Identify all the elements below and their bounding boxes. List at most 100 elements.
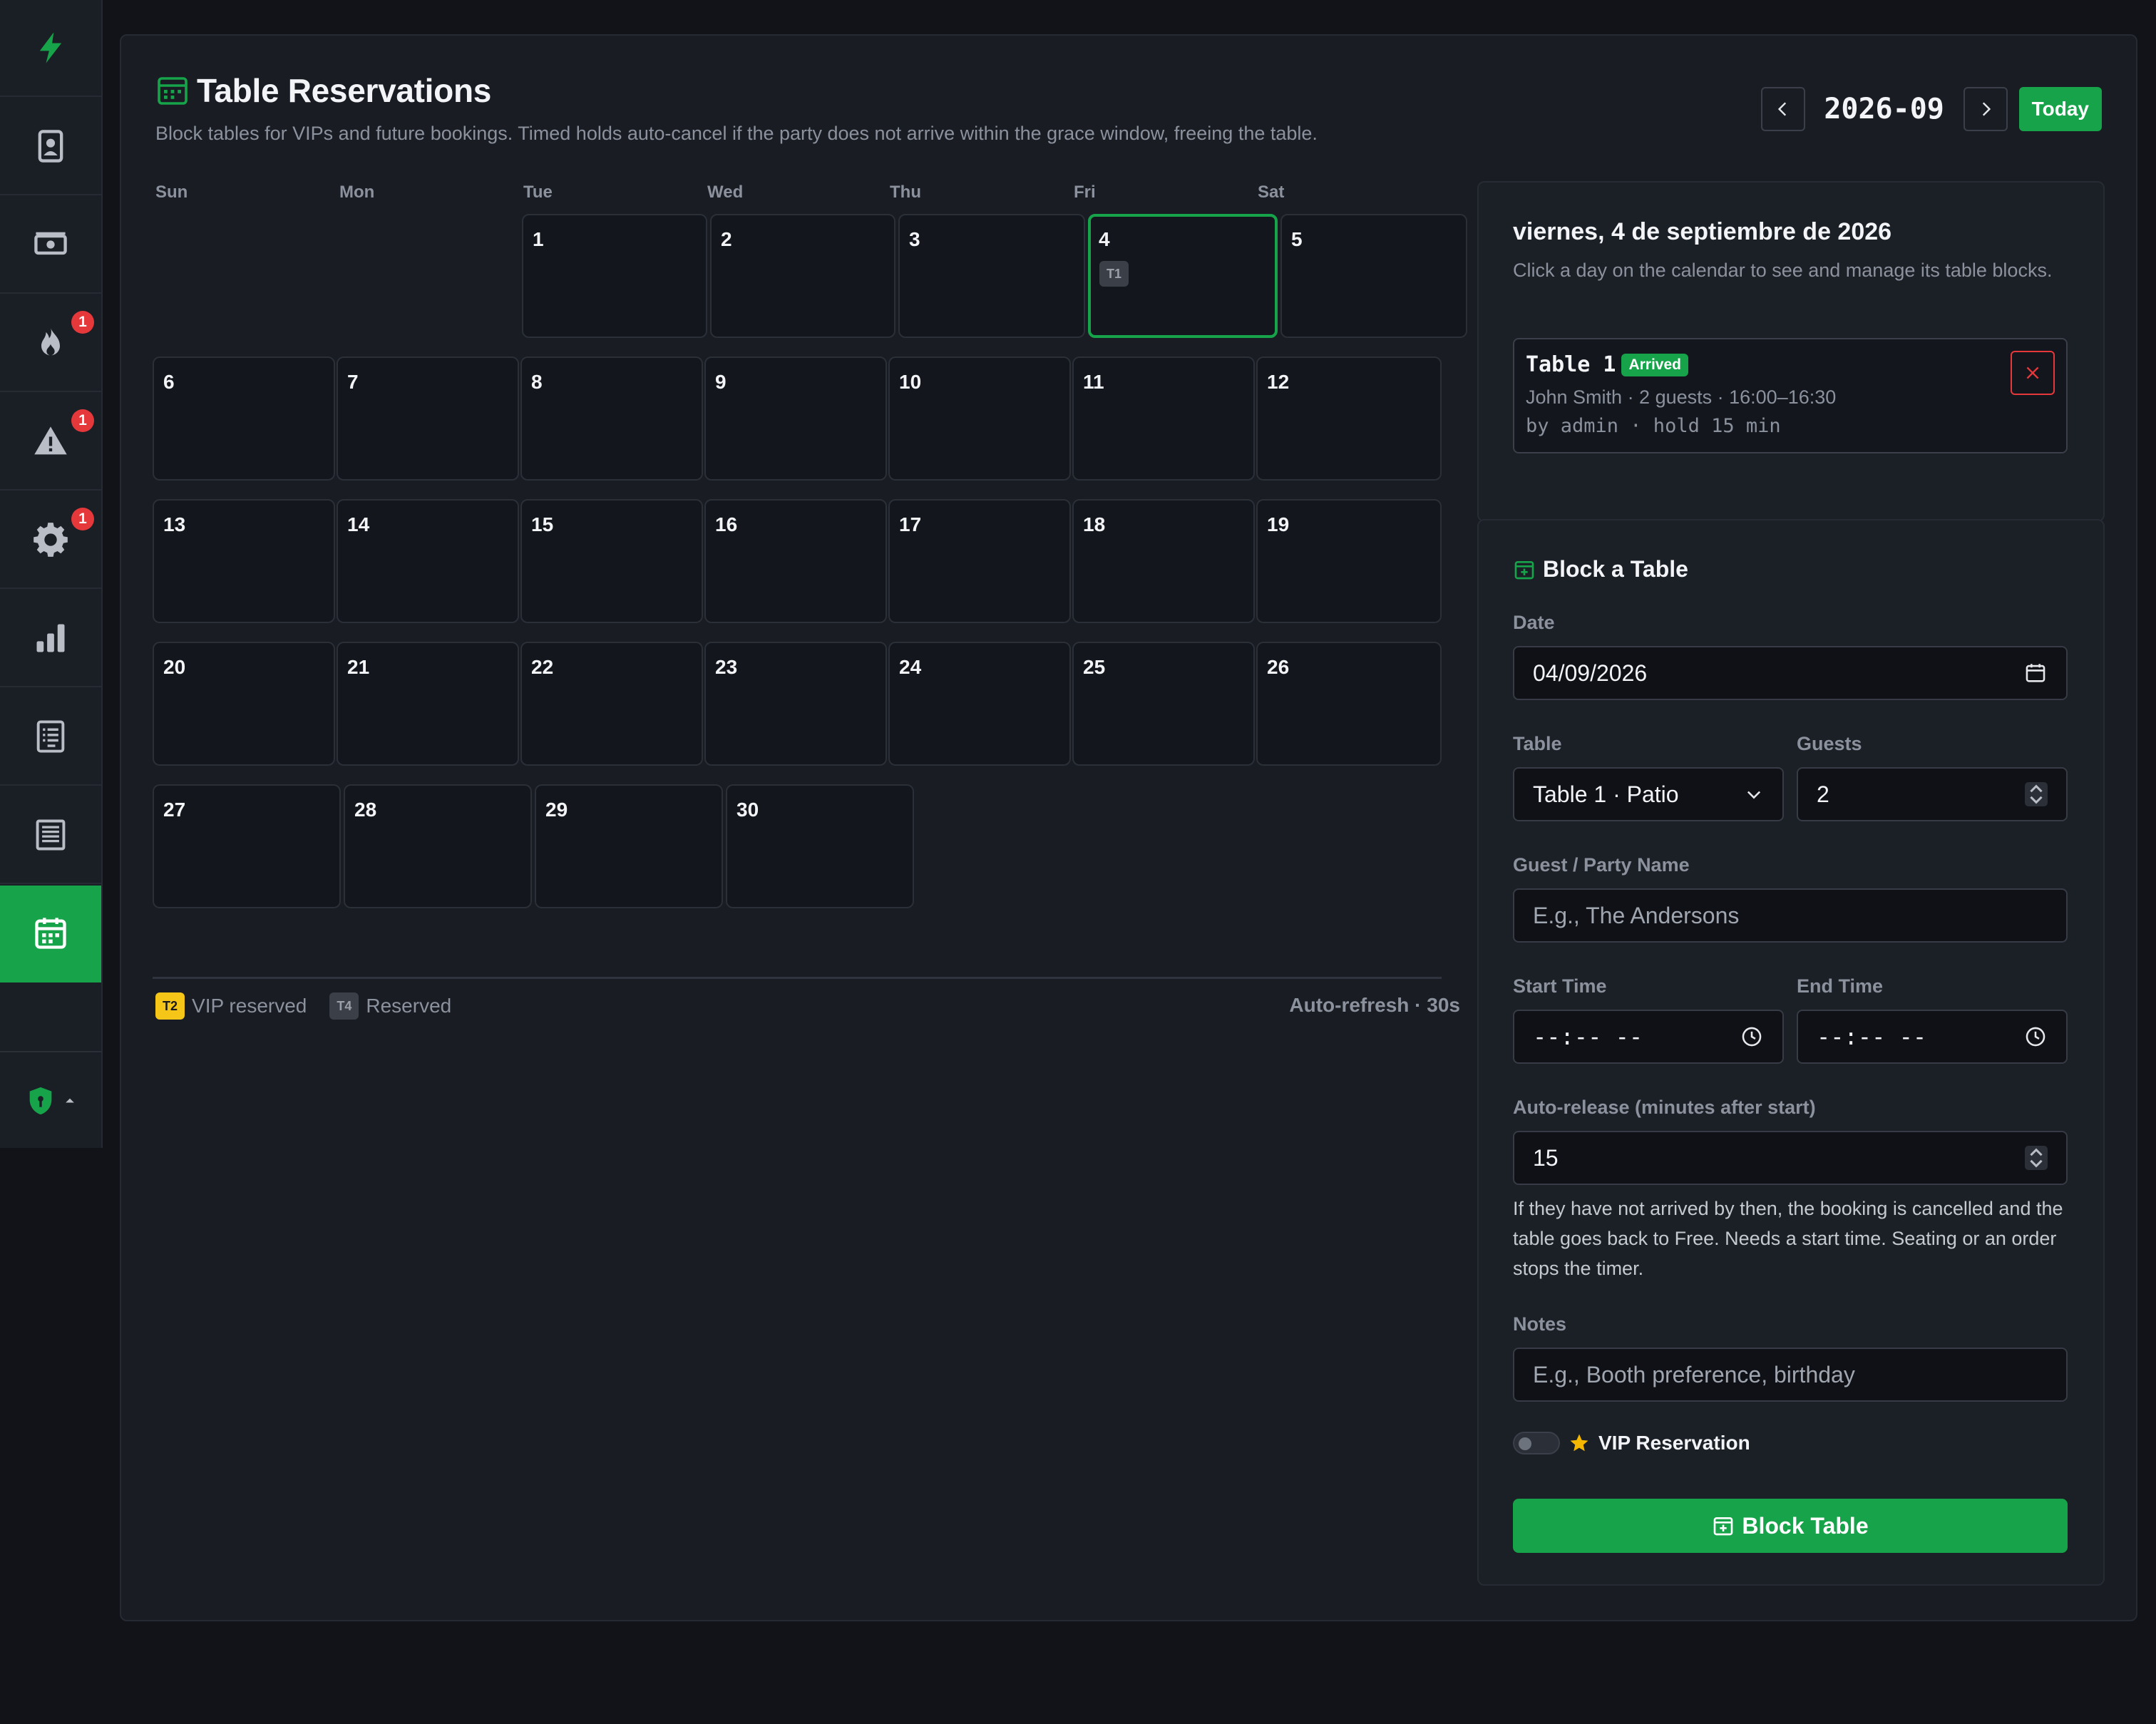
calendar-day[interactable]: 1 <box>522 214 707 338</box>
vip-toggle[interactable] <box>1513 1432 1560 1454</box>
reservation-chip[interactable]: T1 <box>1099 261 1129 287</box>
today-button[interactable]: Today <box>2018 87 2102 131</box>
calendar-day[interactable]: 8 <box>520 356 703 481</box>
calendar-day[interactable]: 2 <box>710 214 895 338</box>
calendar-day[interactable]: 24 <box>888 642 1071 766</box>
sidebar-item-staff[interactable] <box>0 98 101 195</box>
calendar-day[interactable]: 3 <box>898 214 1085 338</box>
notification-badge: 1 <box>71 409 94 432</box>
calendar-plus-icon <box>1514 560 1534 579</box>
auto-release-label: Auto-release (minutes after start) <box>1513 1097 1816 1118</box>
calendar-day[interactable]: 9 <box>704 356 887 481</box>
reservation-header: Table 1 Arrived <box>1526 352 1688 377</box>
weekday-header: Mon <box>339 183 375 202</box>
reserved-legend-chip: T4 <box>329 992 359 1020</box>
sidebar-item-reports[interactable] <box>0 590 101 687</box>
calendar-day[interactable]: 25 <box>1072 642 1255 766</box>
sidebar-item-kitchen[interactable]: 1 <box>0 295 101 392</box>
calendar-day[interactable]: 20 <box>153 642 335 766</box>
calendar-day[interactable]: 30 <box>726 784 914 908</box>
clock-icon[interactable] <box>1740 1025 1764 1049</box>
calendar-day[interactable]: 19 <box>1256 499 1442 623</box>
end-time-label: End Time <box>1797 975 1884 997</box>
calendar-day[interactable]: 11 <box>1072 356 1255 481</box>
sidebar-item-settings[interactable]: 1 <box>0 492 101 589</box>
sidebar-item-orders[interactable] <box>0 689 101 786</box>
next-month-button[interactable] <box>1963 87 2008 131</box>
bar-chart-icon <box>36 624 65 652</box>
previous-month-button[interactable] <box>1760 87 1805 131</box>
calendar-day[interactable]: 17 <box>888 499 1071 623</box>
calendar-day[interactable]: 14 <box>337 499 519 623</box>
calendar-day[interactable]: 16 <box>704 499 887 623</box>
start-time-input[interactable]: --:-- -- <box>1513 1010 1784 1064</box>
guest-name-input[interactable]: E.g., The Andersons <box>1513 888 2068 943</box>
calendar-day[interactable]: 28 <box>344 784 532 908</box>
guest-name-placeholder: E.g., The Andersons <box>1533 902 1740 928</box>
current-month: 2026-09 <box>1824 93 1944 125</box>
sidebar-item-reservations[interactable] <box>0 886 101 982</box>
delete-reservation-button[interactable] <box>2011 351 2055 395</box>
calendar-day-selected[interactable]: 4 T1 <box>1088 214 1278 338</box>
up-down-arrows-icon <box>2030 1148 2043 1168</box>
calendar-day[interactable]: 27 <box>153 784 341 908</box>
reserved-legend-label: Reserved <box>366 995 452 1017</box>
table-select[interactable]: Table 1 · Patio <box>1513 767 1784 821</box>
guest-name-label: Guest / Party Name <box>1513 854 1690 876</box>
notification-badge: 1 <box>71 311 94 334</box>
reservation-item[interactable]: Table 1 Arrived John Smith · 2 guests · … <box>1513 338 2068 453</box>
auto-release-stepper[interactable]: 15 <box>1513 1131 2068 1185</box>
block-table-form: Block a Table Date 04/09/2026 Table Tabl… <box>1477 519 2105 1586</box>
calendar-day[interactable]: 22 <box>520 642 703 766</box>
calendar-day[interactable]: 13 <box>153 499 335 623</box>
date-field[interactable]: 04/09/2026 <box>1513 646 2068 700</box>
spin-buttons[interactable] <box>2025 1146 2048 1170</box>
spin-buttons[interactable] <box>2025 782 2048 806</box>
end-time-placeholder: --:-- -- <box>1817 1023 1927 1050</box>
calendar-icon[interactable] <box>2023 661 2048 685</box>
start-time-label: Start Time <box>1513 975 1607 997</box>
guests-value: 2 <box>1817 781 1829 807</box>
weekday-header: Sun <box>155 183 188 202</box>
sidebar-item-home[interactable] <box>0 0 101 97</box>
chevron-right-icon <box>1982 102 1991 116</box>
up-down-arrows-icon <box>2030 784 2043 804</box>
calendar-day[interactable]: 18 <box>1072 499 1255 623</box>
calendar-day[interactable]: 21 <box>337 642 519 766</box>
notes-input[interactable]: E.g., Booth preference, birthday <box>1513 1348 2068 1402</box>
close-icon <box>2026 366 2039 379</box>
day-detail-card: viernes, 4 de septiembre de 2026 Click a… <box>1477 181 2105 522</box>
calendar-day[interactable]: 5 <box>1280 214 1467 338</box>
user-menu-button[interactable] <box>0 1051 101 1149</box>
star-icon <box>1570 1434 1588 1452</box>
status-badge: Arrived <box>1621 353 1688 376</box>
sidebar-item-receipts[interactable] <box>0 787 101 884</box>
chevron-left-icon <box>1777 102 1786 116</box>
sidebar-item-alerts[interactable]: 1 <box>0 394 101 491</box>
form-title: Block a Table <box>1543 556 1688 582</box>
table-select-value: Table 1 · Patio <box>1533 781 1679 807</box>
sidebar-item-cash[interactable] <box>0 197 101 294</box>
calendar-day[interactable]: 6 <box>153 356 335 481</box>
calendar-day[interactable]: 26 <box>1256 642 1442 766</box>
date-label: Date <box>1513 612 1555 633</box>
guests-label: Guests <box>1797 733 1862 754</box>
calendar-day[interactable]: 29 <box>535 784 723 908</box>
vip-legend-chip: T2 <box>155 992 185 1020</box>
flame-icon <box>41 327 60 356</box>
calendar-day[interactable]: 7 <box>337 356 519 481</box>
reservations-panel: Table Reservations Block tables for VIPs… <box>120 34 2137 1621</box>
clock-icon[interactable] <box>2023 1025 2048 1049</box>
reservation-details: John Smith · 2 guests · 16:00–16:30 <box>1526 386 1837 408</box>
calendar-day[interactable]: 15 <box>520 499 703 623</box>
block-table-button[interactable]: Block Table <box>1513 1499 2068 1553</box>
guests-stepper[interactable]: 2 <box>1797 767 2068 821</box>
caret-up-icon <box>66 1098 74 1103</box>
end-time-input[interactable]: --:-- -- <box>1797 1010 2068 1064</box>
calendar-plus-icon <box>1714 1517 1733 1536</box>
calendar-day[interactable]: 10 <box>888 356 1071 481</box>
calendar-day[interactable]: 12 <box>1256 356 1442 481</box>
auto-release-help: If they have not arrived by then, the bo… <box>1513 1198 2063 1279</box>
id-card-icon <box>38 130 63 163</box>
calendar-day[interactable]: 23 <box>704 642 887 766</box>
